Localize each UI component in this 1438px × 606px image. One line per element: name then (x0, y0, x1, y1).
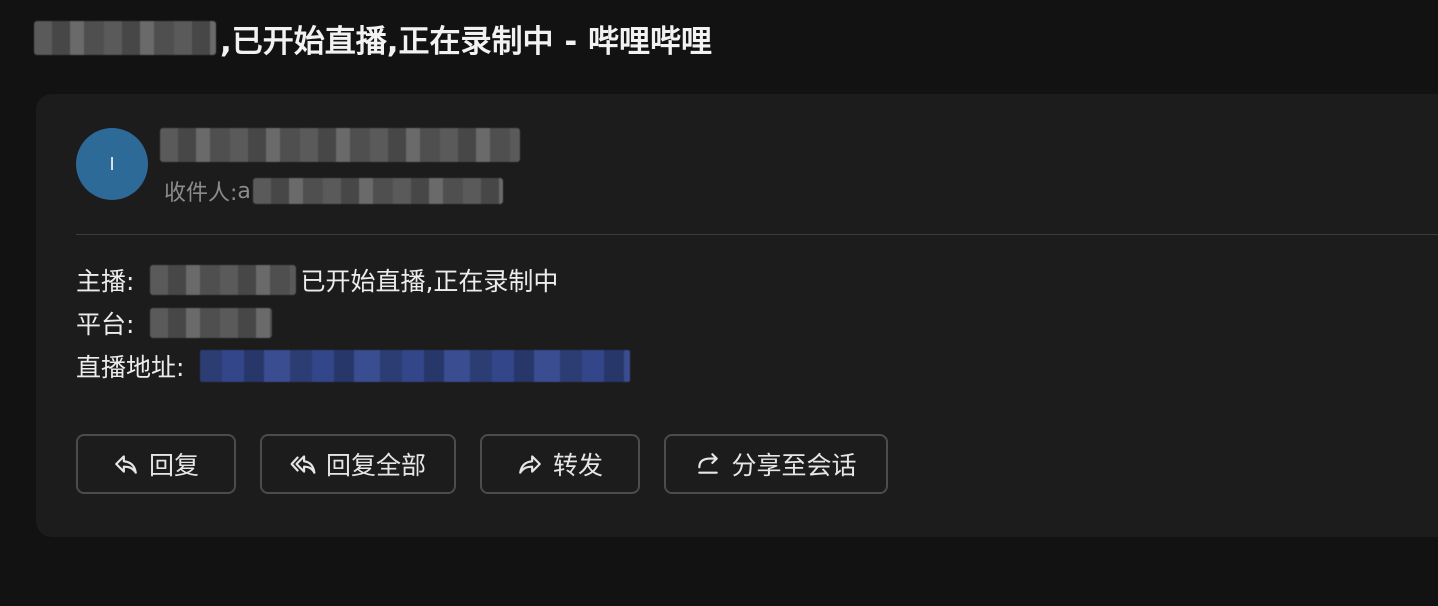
recipient-label: 收件人: (164, 181, 238, 206)
reply-icon (115, 455, 137, 474)
email-card: I 收件人: a 主播: 已开始直播,正在录制中 平台: 直播地址: 回复 回复… (36, 94, 1438, 537)
share-label: 分享至会话 (731, 451, 857, 480)
forward-button[interactable]: 转发 (480, 434, 640, 494)
redacted-live-url-link[interactable] (200, 350, 631, 382)
redacted-recipient-address[interactable] (252, 178, 503, 204)
recipient-line: 收件人: a (164, 176, 503, 206)
streamer-status: 已开始直播,正在录制中 (300, 267, 559, 296)
subject-text: ,已开始直播,正在录制中 - 哔哩哔哩 (220, 23, 713, 60)
url-label: 直播地址: (76, 353, 185, 382)
share-to-chat-button[interactable]: 分享至会话 (664, 434, 888, 494)
redacted-streamer-name (34, 21, 216, 55)
platform-label: 平台: (76, 310, 135, 339)
avatar-initial: I (109, 153, 115, 175)
redacted-sender-name[interactable] (160, 128, 520, 162)
url-line: 直播地址: (76, 348, 631, 384)
share-icon (698, 453, 719, 474)
streamer-label: 主播: (76, 267, 135, 296)
redacted-streamer-name-body (150, 265, 297, 295)
reply-all-button[interactable]: 回复全部 (260, 434, 456, 494)
redacted-platform (150, 308, 273, 338)
reply-button[interactable]: 回复 (76, 434, 236, 494)
forward-icon (519, 455, 541, 474)
forward-label: 转发 (552, 451, 603, 480)
platform-line: 平台: (76, 305, 273, 341)
email-subject: ,已开始直播,正在录制中 - 哔哩哔哩 (34, 14, 712, 62)
sender-avatar[interactable]: I (76, 128, 148, 200)
streamer-line: 主播: 已开始直播,正在录制中 (76, 262, 558, 298)
reply-all-label: 回复全部 (325, 451, 426, 480)
reply-all-icon (290, 455, 316, 474)
header-divider (76, 234, 1438, 235)
recipient-prefix: a (237, 178, 251, 204)
reply-label: 回复 (148, 451, 199, 480)
